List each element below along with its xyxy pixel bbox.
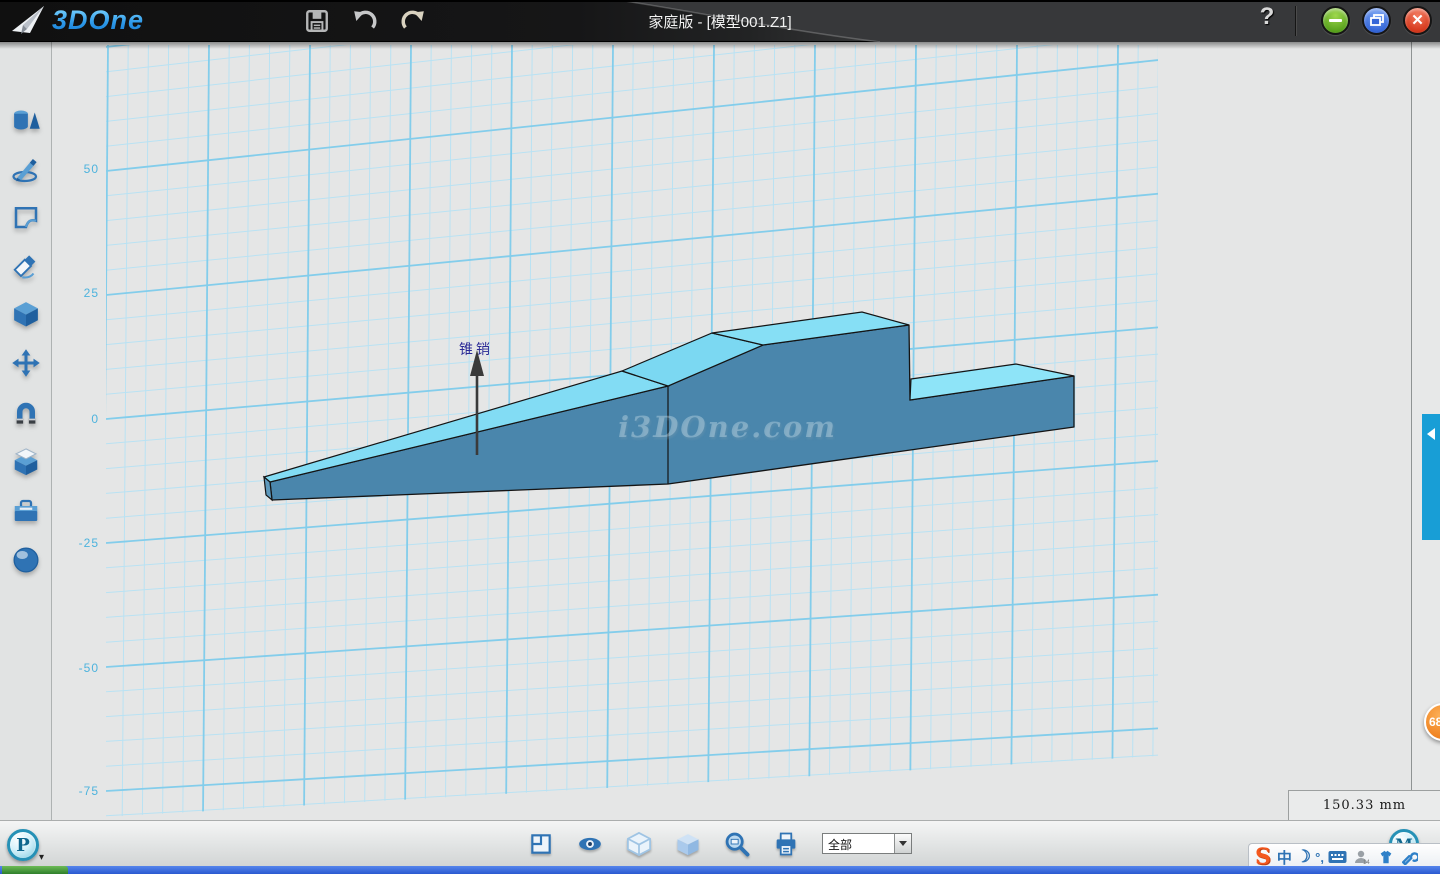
close-button[interactable]: ✕ — [1403, 6, 1432, 35]
scale-indicator: 150.33 mm — [1288, 790, 1440, 820]
dropdown-button[interactable] — [894, 834, 911, 853]
print-icon[interactable] — [772, 830, 800, 858]
wrench-icon[interactable] — [1400, 846, 1420, 868]
selection-filter-dropdown[interactable]: 全部 — [822, 833, 912, 854]
titlebar-divider — [1296, 6, 1297, 36]
sketch-icon[interactable] — [11, 154, 41, 184]
skin-tshirt-icon[interactable] — [1376, 846, 1396, 868]
keyboard-icon[interactable] — [1328, 846, 1348, 868]
restore-button[interactable] — [1362, 6, 1391, 35]
profile-caret-icon[interactable]: ▾ — [39, 852, 44, 863]
chevron-left-icon — [1427, 428, 1435, 440]
zoom-view-icon[interactable] — [723, 830, 751, 858]
start-button-edge[interactable] — [2, 866, 68, 874]
help-button[interactable]: ? — [1252, 3, 1282, 39]
application-window: 3DOne — [0, 0, 1440, 874]
panel-flyout-tab[interactable] — [1422, 414, 1440, 540]
ime-language-toggle[interactable]: 中 — [1277, 847, 1292, 868]
magnet-icon[interactable] — [11, 398, 41, 428]
chevron-down-icon — [899, 841, 907, 846]
primitives-icon[interactable] — [11, 105, 41, 135]
selection-filter-value: 全部 — [823, 834, 894, 853]
visibility-eye-icon[interactable] — [576, 830, 604, 858]
move-icon[interactable] — [11, 348, 41, 378]
profile-badge[interactable]: P — [7, 829, 39, 861]
viewport-3d[interactable]: 50250-25-50-75 锥销 i3DOne.com — [52, 42, 1411, 820]
moon-icon[interactable]: ☽ — [1296, 847, 1311, 867]
svg-text:14: 14 — [1363, 860, 1370, 865]
shaded-cube-icon[interactable] — [674, 830, 702, 858]
sketch-plane-icon[interactable] — [11, 202, 41, 232]
combine-icon[interactable] — [11, 447, 41, 477]
title-bar: 3DOne — [0, 0, 1440, 42]
bottom-toolbar: 全部 — [0, 820, 1440, 866]
toolbox-icon[interactable] — [11, 496, 41, 526]
model-annotation-label: 锥销 — [459, 339, 493, 359]
material-sphere-icon[interactable] — [11, 545, 41, 575]
punctuation-toggle[interactable]: °, — [1315, 850, 1324, 865]
minimize-button[interactable] — [1321, 6, 1350, 35]
user-icon[interactable]: 14 — [1352, 846, 1372, 868]
eraser-icon[interactable] — [11, 251, 41, 281]
left-toolbar — [0, 42, 52, 820]
window-title: 家庭版 - [模型001.Z1] — [0, 0, 1440, 42]
feature-cube-icon[interactable] — [11, 299, 41, 329]
watermark: i3DOne.com — [618, 410, 837, 444]
wireframe-cube-icon[interactable] — [625, 830, 653, 858]
os-taskbar-edge[interactable] — [0, 866, 1440, 874]
view-plane-icon[interactable] — [527, 830, 555, 858]
